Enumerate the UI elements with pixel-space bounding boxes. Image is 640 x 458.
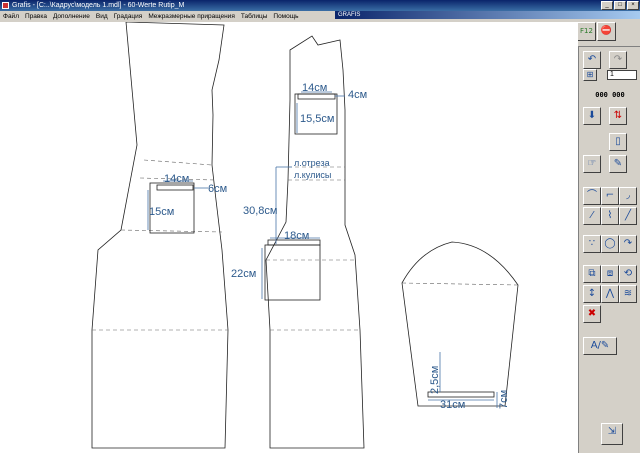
pencil-icon[interactable]: ✎ xyxy=(609,155,627,173)
circle-tool-icon[interactable]: ◯ xyxy=(601,235,619,253)
menu-file[interactable]: Файл xyxy=(3,11,19,22)
text-tool-icon[interactable]: A/✎ xyxy=(583,337,617,355)
label-side-pocket-width: 18см xyxy=(284,230,309,242)
f12-icon[interactable]: F12 xyxy=(577,22,596,41)
polyline-tool-icon[interactable]: ⌇ xyxy=(601,207,619,225)
menu-tables[interactable]: Таблицы xyxy=(241,11,268,22)
minimize-button[interactable]: _ xyxy=(601,1,613,10)
label-chest-pocket-width: 14см xyxy=(302,82,327,94)
diagonal-tool-icon[interactable]: ╱ xyxy=(619,207,637,225)
piece-number-field[interactable]: 1 xyxy=(607,70,637,80)
label-sleeve-cuff-height: 7см xyxy=(498,390,510,409)
export-piece-icon[interactable]: ⇲ xyxy=(601,423,623,445)
coordinate-counter: 000 000 xyxy=(595,91,625,99)
line-tool-icon[interactable]: ⁄ xyxy=(583,207,601,225)
sleeve-cap-line xyxy=(401,282,519,286)
label-sleeve-cuff-width: 31см xyxy=(440,399,465,411)
front-yoke-line xyxy=(120,229,223,233)
pattern-drawing[interactable]: 14см 6см 15см 14см 4см 15,5см 30,8см 18с… xyxy=(0,21,578,453)
label-front-pocket-width: 14см xyxy=(164,173,189,185)
side-pocket[interactable] xyxy=(264,239,321,301)
front-waist-line xyxy=(143,159,213,166)
redo-icon[interactable]: ↷ xyxy=(609,51,627,69)
pattern-select-icon[interactable]: ⊞ xyxy=(583,69,597,81)
window-controls: _ □ × xyxy=(601,1,639,10)
label-drawstring-line: л.кулисы xyxy=(294,170,331,180)
label-chest-pocket-depth: 15,5см xyxy=(300,113,334,125)
split-icon[interactable]: ⇅ xyxy=(609,107,627,125)
arc-tool-icon[interactable]: ↷ xyxy=(619,235,637,253)
menu-view[interactable]: Вид xyxy=(96,11,108,22)
piece-rotate-icon[interactable]: ⟲ xyxy=(619,265,637,283)
menu-bar: Файл Правка Дополнение Вид Градация Межр… xyxy=(0,11,335,22)
menu-size-increments[interactable]: Межразмерные приращения xyxy=(148,11,235,22)
label-front-pocket-offset: 6см xyxy=(208,183,227,195)
menu-grading[interactable]: Градация xyxy=(114,11,143,22)
front-piece-outline[interactable] xyxy=(91,21,229,449)
close-button[interactable]: × xyxy=(627,1,639,10)
menu-edit[interactable]: Правка xyxy=(25,11,47,22)
piece-icon[interactable]: ▯ xyxy=(609,133,627,151)
drawing-canvas[interactable]: 14см 6см 15см 14см 4см 15,5см 30,8см 18с… xyxy=(0,21,578,453)
title-bar: Grafis - [C:..\Кадрус\модель 1.mdl] - 60… xyxy=(0,0,640,11)
window-title: Grafis - [C:..\Кадрус\модель 1.mdl] - 60… xyxy=(12,2,185,9)
label-chest-pocket-offset: 4см xyxy=(348,89,367,101)
piece-mirror-icon[interactable]: ⧈ xyxy=(601,265,619,283)
maximize-button[interactable]: □ xyxy=(614,1,626,10)
download-side-icon[interactable]: ⬇ xyxy=(583,107,601,125)
dart-tool-icon[interactable]: ⋀ xyxy=(601,285,619,303)
app-icon xyxy=(2,2,9,9)
hand-icon[interactable]: ☞ xyxy=(583,155,601,173)
measure-tool-icon[interactable]: ↕ xyxy=(583,285,601,303)
seam-tool-icon[interactable]: ◞ xyxy=(619,187,637,205)
corner-tool-icon[interactable]: ⌐ xyxy=(601,187,619,205)
label-side-pocket-depth: 22см xyxy=(231,268,256,280)
piece-copy-icon[interactable]: ⧉ xyxy=(583,265,601,283)
pleat-tool-icon[interactable]: ≋ xyxy=(619,285,637,303)
points-tool-icon[interactable]: ∵ xyxy=(583,235,601,253)
sleeve-outline[interactable] xyxy=(401,241,519,407)
label-sleeve-hem-height: 2,5см xyxy=(429,366,441,394)
curve-tool-icon[interactable]: ⌒ xyxy=(583,187,601,205)
label-side-pocket-offset: 30,8см xyxy=(243,205,277,217)
undo-icon[interactable]: ↶ xyxy=(583,51,601,69)
menu-help[interactable]: Помощь xyxy=(273,11,298,22)
toolbar-title: GRAFIS xyxy=(335,11,640,19)
delete-piece-icon[interactable]: ✖ xyxy=(583,305,601,323)
label-front-pocket-depth: 15см xyxy=(149,206,174,218)
label-yoke-line: л.отреза xyxy=(294,158,330,168)
menu-addons[interactable]: Дополнение xyxy=(53,11,90,22)
stop-icon[interactable]: ⛔ xyxy=(597,22,616,41)
right-toolbox: ↶ ↷ ⊞ 1 000 000 ⬇ ⇅ ▯ ☞ ✎ ⌒ ⌐ ◞ ⁄ ⌇ ╱ ∵ … xyxy=(578,47,640,453)
